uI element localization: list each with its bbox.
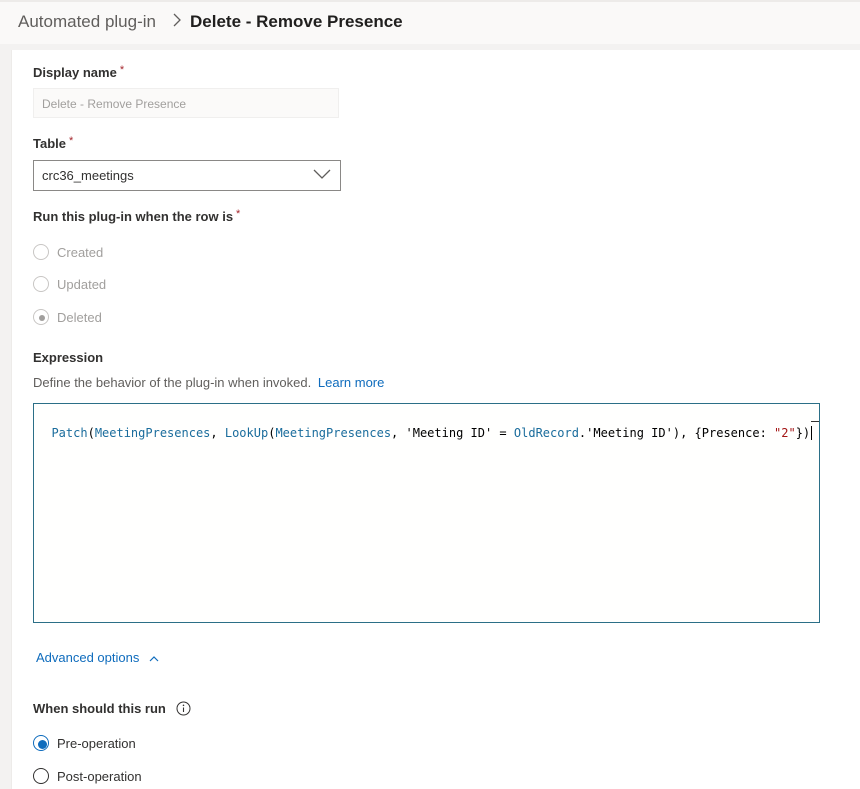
display-name-label: Display name * bbox=[33, 64, 125, 80]
table-label: Table * bbox=[33, 135, 74, 151]
header-bar: Automated plug-in Delete - Remove Presen… bbox=[0, 0, 860, 44]
code-token: 'Meeting ID' bbox=[586, 426, 673, 440]
code-token: , bbox=[391, 426, 406, 440]
required-mark: * bbox=[69, 135, 74, 147]
code-token: = bbox=[492, 426, 514, 440]
code-token: , bbox=[210, 426, 225, 440]
display-name-field[interactable]: Delete - Remove Presence bbox=[33, 88, 339, 118]
radio-post-operation[interactable]: Post-operation bbox=[33, 766, 142, 786]
expression-help: Define the behavior of the plug-in when … bbox=[33, 375, 384, 390]
expression-label: Expression bbox=[33, 350, 104, 365]
chevron-right-icon bbox=[172, 12, 182, 33]
chevron-down-icon bbox=[313, 168, 331, 183]
code-token: }) bbox=[795, 426, 811, 440]
code-token: Presence bbox=[701, 426, 760, 440]
advanced-options-toggle[interactable]: Advanced options bbox=[36, 650, 159, 665]
editor-scroll-indicator bbox=[811, 421, 819, 422]
radio-circle[interactable] bbox=[33, 244, 49, 260]
radio-label-updated: Updated bbox=[57, 276, 107, 292]
radio-label-deleted: Deleted bbox=[57, 309, 102, 325]
display-name-value: Delete - Remove Presence bbox=[42, 97, 187, 111]
code-token: MeetingPresences bbox=[94, 426, 211, 440]
code-token: Patch bbox=[51, 426, 88, 440]
chevron-up-icon bbox=[149, 653, 159, 665]
learn-more-link[interactable]: Learn more bbox=[318, 375, 384, 390]
code-token: : bbox=[759, 426, 775, 440]
radio-deleted[interactable]: Deleted bbox=[33, 307, 102, 327]
required-mark: * bbox=[236, 208, 241, 220]
radio-pre-operation[interactable]: Pre-operation bbox=[33, 733, 136, 753]
table-dropdown-value: crc36_meetings bbox=[42, 168, 134, 183]
radio-label-pre-operation: Pre-operation bbox=[57, 735, 136, 751]
code-token: OldRecord bbox=[513, 426, 579, 440]
radio-circle-selected[interactable] bbox=[33, 309, 49, 325]
code-token: ( bbox=[87, 426, 95, 440]
radio-label-post-operation: Post-operation bbox=[57, 768, 142, 784]
radio-circle[interactable] bbox=[33, 768, 49, 784]
code-token: 'Meeting ID' bbox=[405, 426, 493, 440]
run-when-label: Run this plug-in when the row is * bbox=[33, 208, 241, 224]
radio-label-created: Created bbox=[57, 244, 104, 260]
table-dropdown[interactable]: crc36_meetings bbox=[33, 160, 341, 191]
expression-code: Patch(MeetingPresences, LookUp(MeetingPr… bbox=[51, 426, 810, 440]
breadcrumb-parent[interactable]: Automated plug-in bbox=[18, 12, 156, 32]
code-token: ), { bbox=[672, 426, 702, 440]
text-cursor bbox=[811, 426, 813, 440]
radio-created[interactable]: Created bbox=[33, 242, 103, 262]
code-token: MeetingPresences bbox=[275, 426, 392, 440]
radio-circle-selected[interactable] bbox=[33, 735, 49, 751]
when-run-label: When should this run bbox=[33, 701, 166, 716]
info-icon[interactable] bbox=[176, 701, 191, 721]
code-token: LookUp bbox=[224, 426, 269, 440]
code-token: "2" bbox=[774, 426, 796, 440]
radio-updated[interactable]: Updated bbox=[33, 274, 106, 294]
radio-circle[interactable] bbox=[33, 276, 49, 292]
advanced-options-label: Advanced options bbox=[36, 650, 140, 665]
expression-editor[interactable]: Patch(MeetingPresences, LookUp(MeetingPr… bbox=[33, 403, 820, 623]
expression-help-text: Define the behavior of the plug-in when … bbox=[33, 375, 312, 390]
page-title: Delete - Remove Presence bbox=[190, 12, 403, 31]
required-mark: * bbox=[119, 64, 125, 76]
